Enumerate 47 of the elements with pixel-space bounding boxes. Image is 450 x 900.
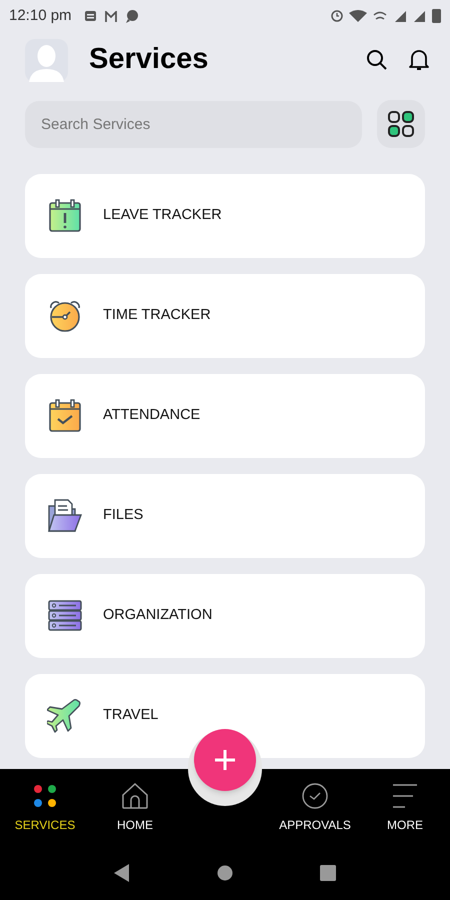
back-button[interactable] — [114, 864, 130, 882]
search-icon[interactable] — [365, 48, 389, 72]
hotspot-icon — [373, 11, 387, 21]
service-card[interactable]: FILES — [25, 474, 425, 558]
nav-tab[interactable]: SERVICES — [0, 769, 90, 845]
chat-bubble-icon — [126, 10, 138, 22]
check-circle-icon — [302, 782, 328, 810]
service-label: FILES — [103, 506, 144, 526]
service-label: TIME TRACKER — [103, 306, 211, 326]
service-label: LEAVE TRACKER — [103, 206, 222, 226]
battery-icon — [432, 9, 441, 23]
grid-icon — [388, 111, 414, 137]
service-card[interactable]: ORGANIZATION — [25, 574, 425, 658]
alarm-icon — [331, 10, 343, 22]
wifi-icon — [349, 10, 367, 22]
notification-bell-icon[interactable] — [408, 48, 430, 72]
calendar-alert-icon — [47, 198, 83, 234]
nav-tab[interactable]: APPROVALS — [270, 769, 360, 845]
four-dots-icon — [33, 782, 57, 810]
menu-icon — [392, 782, 418, 810]
recents-button[interactable] — [320, 864, 336, 880]
page-title: Services — [89, 42, 208, 78]
message-icon — [84, 11, 96, 21]
search-field[interactable]: Search Services — [25, 100, 362, 148]
home-button[interactable] — [216, 864, 233, 880]
status-time: 12:10 pm — [9, 6, 72, 26]
service-label: TRAVEL — [103, 706, 158, 726]
service-card[interactable]: LEAVE TRACKER — [25, 174, 425, 258]
alarm-clock-icon — [47, 298, 83, 334]
avatar-icon — [25, 38, 68, 82]
service-card[interactable]: TRAVEL — [25, 674, 425, 758]
airplane-icon — [47, 698, 83, 734]
folder-document-icon — [47, 498, 83, 534]
service-label: ATTENDANCE — [103, 406, 200, 426]
signal-icon — [414, 10, 425, 22]
service-card[interactable]: ATTENDANCE — [25, 374, 425, 458]
home-icon — [121, 782, 149, 810]
calendar-check-icon — [47, 398, 83, 434]
plus-icon — [213, 748, 237, 772]
service-card[interactable]: TIME TRACKER — [25, 274, 425, 358]
service-label: ORGANIZATION — [103, 606, 212, 626]
mail-icon — [104, 10, 117, 22]
signal-icon — [395, 10, 406, 22]
nav-tab[interactable]: MORE — [360, 769, 450, 845]
server-stack-icon — [47, 598, 83, 634]
nav-tab[interactable]: HOME — [90, 769, 180, 845]
grid-view-button[interactable] — [377, 100, 425, 148]
